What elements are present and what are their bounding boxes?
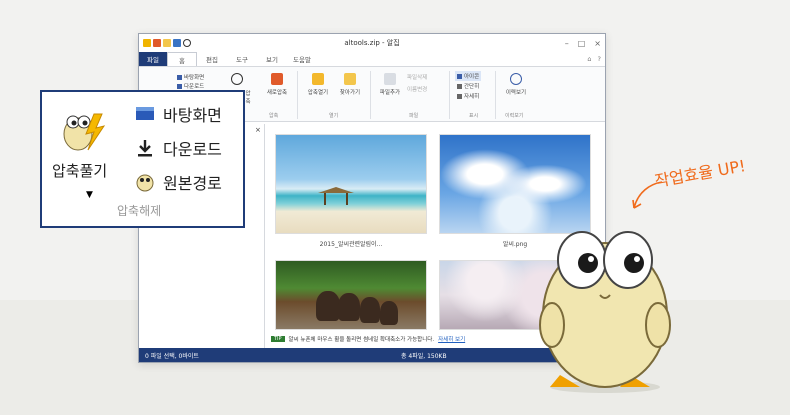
download-icon [138, 140, 152, 157]
arrow-icon [632, 181, 663, 209]
desktop-icon [136, 107, 154, 120]
beach-hut-icon [318, 187, 354, 205]
extract-mascot-icon[interactable] [58, 104, 108, 154]
mascot-character [539, 231, 671, 393]
chevron-down-icon[interactable]: ▼ [86, 190, 93, 200]
tip-badge: TIP [271, 336, 285, 342]
beach-image [275, 134, 427, 234]
new-archive-button[interactable]: 새로압축 [262, 73, 292, 96]
group-history: 이력보기 [505, 113, 524, 119]
extract-group-label: 압축해제 [117, 204, 162, 218]
menu-file[interactable]: 파일 [139, 52, 167, 66]
help-icon[interactable]: ? [598, 55, 601, 63]
home-icon[interactable]: ⌂ [587, 55, 591, 63]
ribbon-delete: 파일삭제 [407, 75, 428, 81]
extract-button-label[interactable]: 압축풀기 [52, 160, 107, 181]
history-button[interactable]: 이력보기 [501, 73, 531, 96]
open-archive-button[interactable]: 압축열기 [303, 73, 333, 96]
tip-more-link[interactable]: 자세히 보기 [438, 335, 465, 343]
jars-image [275, 260, 427, 330]
menu-bar: 파일 홈 편집 도구 보기 도움말 ⌂? [139, 52, 605, 66]
title-bar: altools.zip - 알집 – □ × [139, 34, 605, 52]
zoomed-extract-panel: 압축풀기 ▼ 바탕화면 다운로드 원본경로 압축해제 [40, 90, 245, 228]
ribbon-rename: 이름변경 [407, 87, 428, 93]
extract-to-download[interactable]: 다운로드 [135, 136, 222, 160]
status-total: 총 4파일, 150KB [401, 352, 447, 360]
origin-path-mascot-icon [136, 174, 154, 192]
view-icon-option[interactable]: 아이콘 [455, 71, 482, 81]
group-display: 표시 [469, 113, 479, 119]
thumbnail-item[interactable]: 2015_알씨관련알림이... [275, 134, 427, 248]
add-file-button[interactable]: 파일추가 [375, 73, 405, 96]
tab-edit[interactable]: 편집 [197, 52, 227, 66]
slogan-text: 작업효율 UP! [653, 156, 747, 191]
tab-home[interactable]: 홈 [167, 52, 197, 66]
thumbnail-caption: 2015_알씨관련알림이... [319, 241, 383, 248]
group-file: 파일 [409, 113, 419, 119]
group-open: 열기 [329, 113, 339, 119]
extract-to-desktop[interactable]: 바탕화면 [135, 102, 222, 126]
extract-to-origin[interactable]: 원본경로 [135, 170, 222, 194]
thumbnail-item[interactable] [275, 260, 427, 330]
status-selection: 0 파일 선택, 0바이트 [145, 352, 199, 360]
tab-tools[interactable]: 도구 [227, 52, 257, 66]
find-button[interactable]: 찾아가기 [335, 73, 365, 96]
close-pane-icon[interactable]: × [255, 126, 261, 134]
window-title: altools.zip - 알집 [344, 39, 400, 47]
view-detail-option[interactable]: 자세히 [457, 92, 479, 100]
group-compress: 압축 [269, 113, 279, 119]
tab-help[interactable]: 도움말 [287, 52, 317, 66]
ribbon-play[interactable] [231, 73, 243, 88]
ribbon-desktop[interactable]: 바탕화면 [177, 73, 204, 81]
view-simple-option[interactable]: 간단히 [457, 82, 479, 90]
tip-text: 알씨 뉴폰체 마우스 휠을 돌리면 썸네일 확대축소가 가능합니다. [288, 337, 435, 343]
ribbon-download[interactable]: 다운로드 [177, 82, 204, 90]
tab-view[interactable]: 보기 [257, 52, 287, 66]
